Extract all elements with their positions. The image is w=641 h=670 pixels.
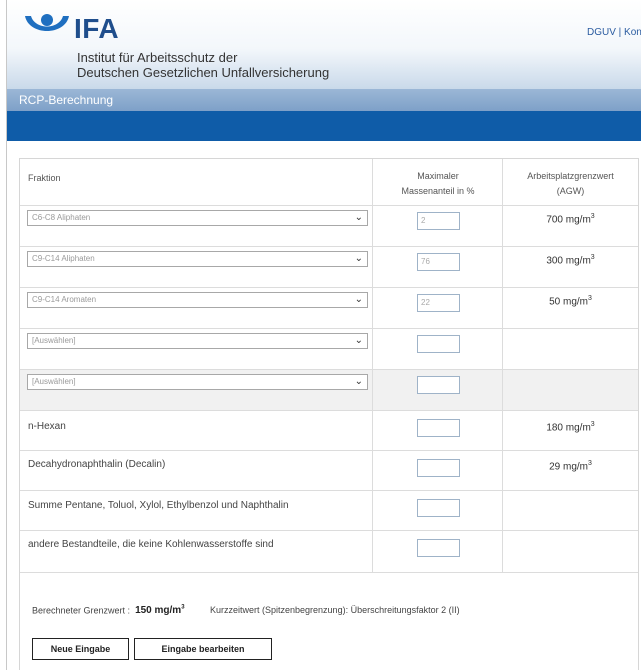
column-header-fraktion: Fraktion [28, 173, 61, 183]
table-row: [Auswählen] ⌄ [20, 329, 638, 370]
fraction-select[interactable]: C6-C8 Aliphaten ⌄ [27, 210, 368, 226]
site-header: IFA Institut für Arbeitsschutz der Deuts… [7, 0, 641, 89]
chevron-down-icon: ⌄ [354, 376, 363, 387]
institute-name: Institut für Arbeitsschutz der Deutschen… [77, 50, 329, 80]
fraction-select[interactable]: C9-C14 Aliphaten ⌄ [27, 251, 368, 267]
chevron-down-icon: ⌄ [354, 253, 363, 264]
agw-value: 180 mg/m3 [503, 421, 638, 433]
fraction-select[interactable]: C9-C14 Aromaten ⌄ [27, 292, 368, 308]
mass-percent-input[interactable]: 76 [417, 253, 460, 271]
agw-value-text: 180 mg/m [546, 422, 591, 434]
dguv-logo-icon [25, 14, 69, 31]
chevron-down-icon: ⌄ [354, 294, 363, 305]
chevron-down-icon: ⌄ [354, 212, 363, 223]
table-row: C9-C14 Aliphaten ⌄ 76 300 mg/m3 [20, 247, 638, 288]
column-header-agw-line-2: (AGW) [556, 186, 585, 196]
institute-line-2: Deutschen Gesetzlichen Unfallversicherun… [77, 65, 330, 80]
agw-value-exponent: 3 [590, 213, 595, 220]
calculated-limit: Berechneter Grenzwert : 150 mg/m3 [32, 605, 185, 616]
edit-input-button[interactable]: Eingabe bearbeiten [134, 638, 272, 660]
fraction-select-value: C9-C14 Aliphaten [32, 254, 95, 263]
table-row: andere Bestandteile, die keine Kohlenwas… [20, 531, 638, 573]
chevron-down-icon: ⌄ [354, 335, 363, 346]
logo-text: IFA [74, 13, 120, 44]
agw-value-text: 300 mg/m [546, 255, 591, 267]
fraction-select[interactable]: [Auswählen] ⌄ [27, 374, 368, 390]
agw-value-exponent: 3 [590, 421, 595, 428]
column-header-agw-line-1: Arbeitsplatzgrenzwert [527, 171, 614, 181]
agw-value-text: 700 mg/m [546, 214, 591, 226]
mass-percent-input[interactable] [417, 499, 460, 517]
agw-value: 300 mg/m3 [503, 254, 638, 266]
table-row: n-Hexan 180 mg/m3 [20, 411, 638, 451]
agw-value: 50 mg/m3 [503, 295, 638, 307]
short-term-value: Kurzzeitwert (Spitzenbegrenzung): Übersc… [210, 605, 460, 615]
agw-value: 29 mg/m3 [503, 460, 638, 472]
agw-value-text: 50 mg/m [549, 296, 588, 308]
table-row: [Auswählen] ⌄ [20, 370, 638, 411]
column-header-massenanteil-line-1: Maximaler [417, 171, 459, 181]
app-frame: IFA Institut für Arbeitsschutz der Deuts… [6, 0, 641, 670]
table-row: C6-C8 Aliphaten ⌄ 2 700 mg/m3 [20, 206, 638, 247]
calculated-limit-exponent: 3 [181, 605, 185, 611]
table-row: Summe Pentane, Toluol, Xylol, Ethylbenzo… [20, 491, 638, 531]
institute-line-1: Institut für Arbeitsschutz der [77, 50, 238, 65]
table-header-row: Fraktion Maximaler Massenanteil in % Arb… [20, 159, 638, 206]
agw-value-exponent: 3 [590, 254, 595, 261]
calculation-panel: Fraktion Maximaler Massenanteil in % Arb… [19, 158, 639, 670]
mass-percent-input[interactable] [417, 539, 460, 557]
mass-percent-input[interactable]: 2 [417, 212, 460, 230]
column-header-massenanteil-line-2: Massenanteil in % [401, 186, 475, 196]
table-row: C9-C14 Aromaten ⌄ 22 50 mg/m3 [20, 288, 638, 329]
fraction-select-value: [Auswählen] [32, 377, 76, 386]
fraction-label: Decahydronaphthalin (Decalin) [28, 459, 166, 470]
fraction-select-value: C6-C8 Aliphaten [32, 213, 91, 222]
fraction-label: Summe Pentane, Toluol, Xylol, Ethylbenzo… [28, 500, 289, 511]
new-input-button[interactable]: Neue Eingabe [32, 638, 129, 660]
calculated-limit-value: 150 mg/m3 [135, 605, 184, 616]
mass-percent-input[interactable] [417, 459, 460, 477]
mass-percent-input[interactable] [417, 419, 460, 437]
calculated-limit-value-text: 150 mg/m [135, 605, 182, 617]
table-row: Decahydronaphthalin (Decalin) 29 mg/m3 [20, 451, 638, 491]
mass-percent-input[interactable] [417, 335, 460, 353]
fraction-select-value: [Auswählen] [32, 336, 76, 345]
top-links[interactable]: DGUV | Kontakt [587, 27, 641, 38]
column-header-massenanteil: Maximaler Massenanteil in % [373, 169, 503, 199]
agw-value: 700 mg/m3 [503, 213, 638, 225]
mass-percent-input[interactable] [417, 376, 460, 394]
agw-value-text: 29 mg/m [549, 461, 588, 473]
mass-percent-input[interactable]: 22 [417, 294, 460, 312]
agw-value-exponent: 3 [588, 460, 592, 467]
calculated-limit-label: Berechneter Grenzwert : [32, 605, 131, 616]
column-header-agw: Arbeitsplatzgrenzwert (AGW) [503, 169, 638, 199]
agw-value-exponent: 3 [588, 295, 592, 302]
fraction-label: n-Hexan [28, 421, 66, 432]
fraction-select-value: C9-C14 Aromaten [32, 295, 97, 304]
fraction-select[interactable]: [Auswählen] ⌄ [27, 333, 368, 349]
fraction-label: andere Bestandteile, die keine Kohlenwas… [28, 539, 274, 550]
page-title-bar: RCP-Berechnung [7, 89, 641, 111]
nav-bar [7, 111, 641, 141]
